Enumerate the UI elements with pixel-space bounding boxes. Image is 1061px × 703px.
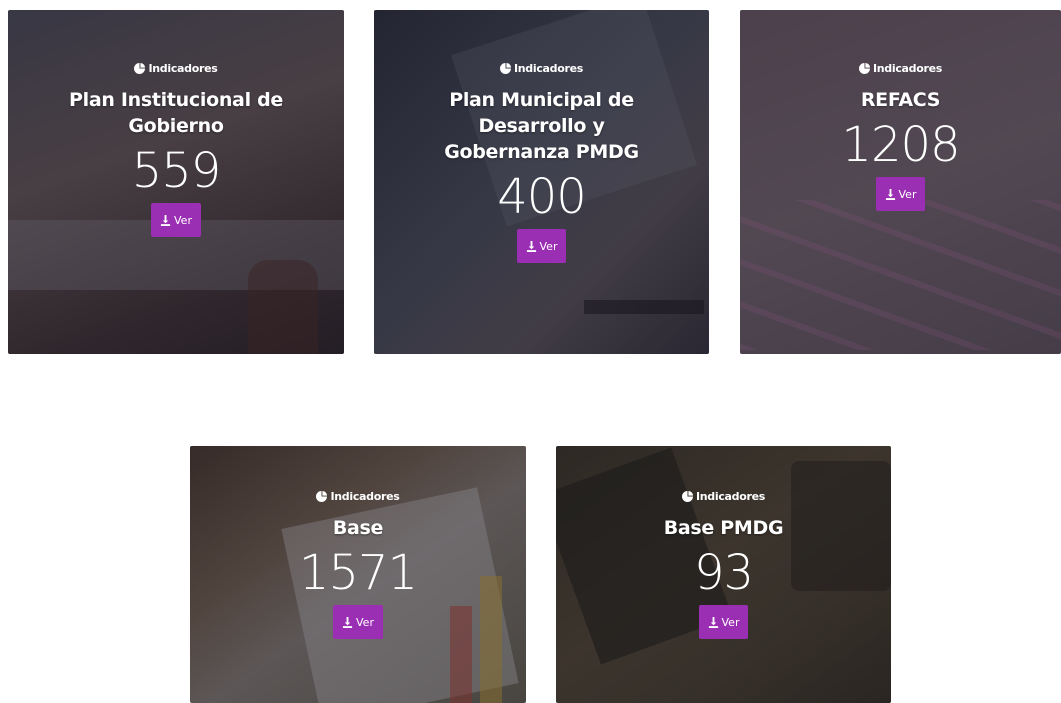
card-count: 1208 [841,117,960,173]
card-tag: Indicadores [499,62,584,75]
card-tag-label: Indicadores [872,62,943,75]
card-plan-institucional: Indicadores Plan Institucional de Gobier… [8,10,344,354]
download-icon [526,240,536,252]
pie-chart-icon [858,63,870,74]
card-title: Base PMDG [663,517,784,539]
ver-button-label: Ver [539,239,558,253]
card-count: 93 [693,545,754,601]
ver-button-label: Ver [356,615,374,629]
download-icon [342,616,353,628]
card-content: Indicadores REFACS 1208 Ver [740,62,1061,211]
card-title: Base [332,517,384,539]
card-refacs: Indicadores REFACS 1208 Ver [740,10,1061,354]
download-icon [160,214,171,226]
ver-button[interactable]: Ver [875,177,926,211]
ver-button-label: Ver [721,615,740,629]
ver-button-label: Ver [898,187,917,201]
ver-button-label: Ver [174,213,192,227]
download-icon [885,188,895,200]
card-base: Indicadores Base 1571 Ver [190,446,526,703]
ver-button[interactable]: Ver [151,203,201,237]
card-content: Indicadores Base 1571 Ver [190,490,526,639]
card-count: 400 [497,169,587,225]
card-base-pmdg: Indicadores Base PMDG 93 Ver [556,446,891,703]
card-tag-label: Indicadores [695,490,766,503]
card-tag: Indicadores [681,490,766,503]
card-tag-label: Indicadores [513,62,584,75]
ver-button[interactable]: Ver [698,605,749,639]
card-tag: Indicadores [316,490,400,503]
pie-chart-icon [499,63,511,74]
card-tag: Indicadores [134,62,218,75]
card-content: Indicadores Plan Municipal de Desarrollo… [374,62,709,263]
card-count: 1571 [298,545,418,601]
card-count: 559 [131,143,222,199]
ver-button[interactable]: Ver [516,229,567,263]
pie-chart-icon [316,491,328,502]
card-title: REFACS [860,89,941,111]
pie-chart-icon [681,491,693,502]
card-plan-municipal: Indicadores Plan Municipal de Desarrollo… [374,10,709,354]
card-tag: Indicadores [858,62,943,75]
card-title: Plan Institucional de Gobierno [68,89,283,137]
card-content: Indicadores Plan Institucional de Gobier… [8,62,344,237]
card-tag-label: Indicadores [148,62,218,75]
card-tag-label: Indicadores [330,490,400,503]
card-title: Plan Municipal de Desarrollo y Gobernanz… [444,89,639,163]
pie-chart-icon [134,63,146,74]
card-content: Indicadores Base PMDG 93 Ver [556,490,891,639]
ver-button[interactable]: Ver [333,605,383,639]
download-icon [708,616,718,628]
